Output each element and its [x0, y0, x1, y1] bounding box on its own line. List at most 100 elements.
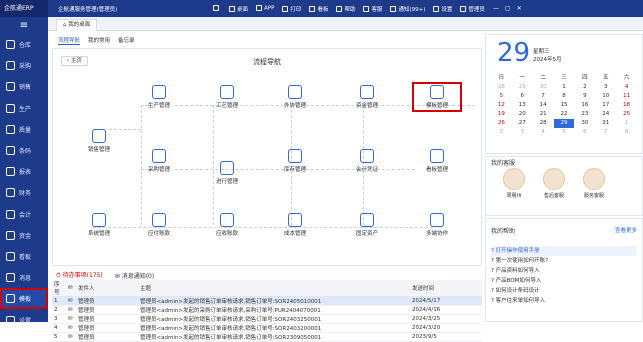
- tab-my-desktop[interactable]: ⌂ 我的桌面: [56, 19, 98, 31]
- close-icon[interactable]: ✕: [517, 5, 522, 12]
- node-craft[interactable]: 工艺管理: [205, 85, 249, 109]
- calendar-day-cell[interactable]: 12: [491, 101, 512, 110]
- sidebar-item-0[interactable]: 仓库: [0, 34, 48, 55]
- calendar-day-cell[interactable]: 27: [512, 119, 533, 128]
- calendar-day-cell[interactable]: 5: [554, 128, 575, 137]
- subtab-favorites[interactable]: 我的常用: [88, 36, 110, 45]
- calendar-day-cell[interactable]: 7: [595, 128, 616, 137]
- calendar-day-cell[interactable]: 1: [616, 119, 637, 128]
- help-item[interactable]: ? 如何设计条码设计: [491, 286, 637, 296]
- node-board[interactable]: 看板管理: [415, 149, 459, 173]
- calendar-day-cell[interactable]: 29: [553, 119, 575, 128]
- toolbar-item-0[interactable]: [213, 5, 221, 12]
- node-funds[interactable]: 资金管理: [345, 85, 389, 109]
- calendar-day-cell[interactable]: 30: [533, 83, 554, 92]
- tab-messages[interactable]: ✉ 消息通知(0): [115, 271, 154, 280]
- calendar-day-cell[interactable]: 4: [533, 128, 554, 137]
- calendar-day-cell[interactable]: 7: [533, 92, 554, 101]
- maximize-icon[interactable]: ▢: [505, 5, 511, 12]
- calendar-day-cell[interactable]: 22: [554, 110, 575, 119]
- help-item[interactable]: ? 打开操作使用手册: [491, 246, 637, 256]
- toolbar-item-7[interactable]: 通知(99+): [390, 5, 425, 13]
- calendar-day-cell[interactable]: 30: [574, 119, 595, 128]
- sidebar-item-12[interactable]: 模板: [0, 288, 48, 310]
- calendar-day-cell[interactable]: 19: [491, 110, 512, 119]
- node-template[interactable]: 模板管理: [412, 82, 462, 112]
- node-inbound[interactable]: 进行管理: [205, 161, 249, 185]
- toolbar-item-6[interactable]: 客服: [363, 5, 382, 13]
- minimize-icon[interactable]: —: [493, 5, 499, 12]
- calendar-day-cell[interactable]: 28: [533, 119, 554, 128]
- toolbar-item-2[interactable]: APP: [256, 5, 274, 12]
- toolbar-item-4[interactable]: 看板: [309, 5, 328, 13]
- node-collab[interactable]: 多端协作: [415, 213, 459, 237]
- table-row[interactable]: 2 ✉ 管理员 管理员<admin>发起的采购订单审核请求,采购订单号:PUR2404…: [52, 305, 482, 315]
- calendar-day-cell[interactable]: 8: [616, 128, 637, 137]
- calendar-day-cell[interactable]: 8: [554, 92, 575, 101]
- menu-toggle-icon[interactable]: ≡: [0, 17, 48, 34]
- help-more-link[interactable]: 查看更多: [615, 226, 637, 234]
- node-purchase[interactable]: 采购管理: [137, 149, 181, 173]
- calendar-day-cell[interactable]: 6: [574, 128, 595, 137]
- calendar-day-cell[interactable]: 20: [512, 110, 533, 119]
- table-row[interactable]: 1 ✉ 管理员 管理员<admin>发起的销售订单审核请求,销售订单号:SOR2405…: [52, 296, 482, 306]
- sidebar-item-8[interactable]: 会计: [0, 204, 48, 225]
- calendar-day-cell[interactable]: 23: [574, 110, 595, 119]
- help-item[interactable]: ? 产品BOM如何导入: [491, 276, 637, 286]
- table-row[interactable]: 4 ✉ 管理员 管理员<admin>发起的销售订单审核请求,销售订单号:SOR2403…: [52, 323, 482, 333]
- calendar-day-cell[interactable]: 5: [491, 92, 512, 101]
- calendar-day-cell[interactable]: 3: [512, 128, 533, 137]
- calendar-day-cell[interactable]: 26: [491, 119, 512, 128]
- calendar-day-cell[interactable]: 3: [595, 83, 616, 92]
- sidebar-item-10[interactable]: 看板: [0, 246, 48, 267]
- sidebar-item-9[interactable]: 资金: [0, 225, 48, 246]
- table-row[interactable]: 3 ✉ 管理员 管理员<admin>发起的销售订单审核请求,销售订单号:SOR2403…: [52, 314, 482, 324]
- calendar-day-cell[interactable]: 24: [595, 110, 616, 119]
- calendar-day-cell[interactable]: 21: [533, 110, 554, 119]
- agent-2[interactable]: 售后客服: [539, 168, 569, 199]
- calendar-day-cell[interactable]: 13: [512, 101, 533, 110]
- calendar-day-cell[interactable]: 16: [574, 101, 595, 110]
- calendar-day-cell[interactable]: 2: [491, 128, 512, 137]
- agent-3[interactable]: 服务客服: [579, 168, 609, 199]
- calendar-day-cell[interactable]: 11: [616, 92, 637, 101]
- node-assets[interactable]: 固定资产: [345, 213, 389, 237]
- toolbar-item-9[interactable]: 管理员: [460, 5, 485, 13]
- node-system[interactable]: 系统管理: [77, 213, 121, 237]
- sidebar-item-3[interactable]: 生产: [0, 98, 48, 119]
- node-stock[interactable]: 库存管理: [273, 149, 317, 173]
- sidebar-item-1[interactable]: 采购: [0, 55, 48, 76]
- sidebar-item-2[interactable]: 销售: [0, 76, 48, 97]
- calendar-day-cell[interactable]: 1: [554, 83, 575, 92]
- toolbar-item-8[interactable]: 设置: [433, 5, 452, 13]
- calendar-day-cell[interactable]: 18: [616, 101, 637, 110]
- toolbar-item-1[interactable]: 桌面: [229, 5, 248, 13]
- toolbar-item-3[interactable]: 打印: [282, 5, 301, 13]
- calendar-day-cell[interactable]: 10: [595, 92, 616, 101]
- calendar-day-cell[interactable]: 9: [574, 92, 595, 101]
- node-outsource[interactable]: 外协管理: [273, 85, 317, 109]
- calendar-day-cell[interactable]: 4: [616, 83, 637, 92]
- node-cost[interactable]: 成本管理: [273, 213, 317, 237]
- sidebar-item-13[interactable]: 设置: [0, 309, 48, 330]
- calendar-day-cell[interactable]: 15: [554, 101, 575, 110]
- node-receivable[interactable]: 应收账款: [205, 213, 249, 237]
- sidebar-item-11[interactable]: 消息: [0, 267, 48, 288]
- calendar-day-cell[interactable]: 29: [512, 83, 533, 92]
- sidebar-item-7[interactable]: 财务: [0, 182, 48, 203]
- node-production[interactable]: 生产管理: [137, 85, 181, 109]
- help-item[interactable]: ? 客户往来单如何导入: [491, 296, 637, 306]
- sidebar-item-6[interactable]: 报表: [0, 161, 48, 182]
- calendar-day-cell[interactable]: 31: [595, 119, 616, 128]
- calendar-day-cell[interactable]: 14: [533, 101, 554, 110]
- calendar-day-cell[interactable]: 17: [595, 101, 616, 110]
- toolbar-item-5[interactable]: 帮助: [336, 5, 355, 13]
- subtab-flow[interactable]: 流程导航: [58, 36, 81, 45]
- calendar-day-cell[interactable]: 25: [616, 110, 637, 119]
- node-accounting[interactable]: 会计凭证: [345, 149, 389, 173]
- node-sales[interactable]: 销售管理: [77, 129, 121, 153]
- help-item[interactable]: ? 第一次使用如何开账?: [491, 256, 637, 266]
- calendar-day-cell[interactable]: 28: [491, 83, 512, 92]
- agent-1[interactable]: 周朋州: [499, 168, 529, 199]
- subtab-memo[interactable]: 备忘录: [118, 36, 135, 45]
